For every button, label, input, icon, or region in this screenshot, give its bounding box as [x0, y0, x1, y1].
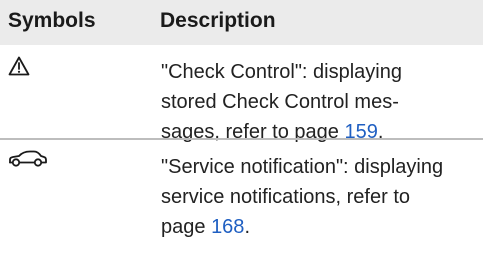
- description-column-header: Description: [160, 9, 276, 32]
- row-description: "Service notification": displaying servi…: [161, 152, 479, 242]
- description-line: service notifications, refer to: [161, 186, 410, 208]
- table-row: "Check Control": displaying stored Check…: [0, 45, 483, 143]
- description-suffix: .: [244, 216, 250, 238]
- symbols-table: Symbols Description "Check Control": dis…: [0, 0, 483, 257]
- description-line: "Service notification": displaying: [161, 156, 444, 178]
- warning-triangle-icon: [8, 56, 30, 76]
- description-line: "Check Control": displaying: [161, 61, 402, 83]
- table-row: "Service notification": displaying servi…: [0, 140, 483, 257]
- row-description: "Check Control": displaying stored Check…: [161, 57, 479, 147]
- description-text: page: [161, 216, 212, 238]
- page-link[interactable]: 168: [211, 216, 244, 238]
- car-icon: [8, 150, 48, 168]
- table-header: Symbols Description: [0, 0, 483, 45]
- description-line: stored Check Control mes-: [161, 91, 399, 113]
- symbols-column-header: Symbols: [8, 9, 96, 32]
- description-line: page 168.: [161, 212, 479, 242]
